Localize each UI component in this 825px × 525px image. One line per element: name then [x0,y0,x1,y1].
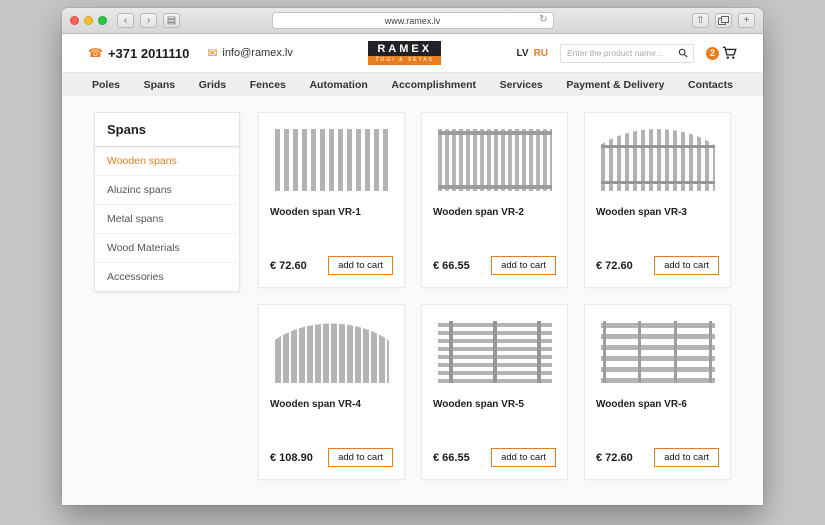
add-to-cart-button[interactable]: add to cart [491,256,556,275]
add-to-cart-button[interactable]: add to cart [654,256,719,275]
email-address: info@ramex.lv [222,47,293,59]
webpage: ☎ +371 2011110 ✉ info@ramex.lv RAMEX ŽOG… [62,34,763,505]
sidebar-title: Spans [95,113,239,147]
chrome-right-buttons: ⇧ + [692,13,755,28]
product-name[interactable]: Wooden span VR-1 [270,207,393,218]
product-card: Wooden span VR-6 € 72.60 add to cart [584,304,731,480]
nav-item-spans[interactable]: Spans [144,79,176,91]
product-image [600,321,715,383]
language-switcher: LV RU [517,48,549,59]
email-icon: ✉ [207,46,218,60]
product-image-link[interactable] [433,317,556,387]
product-price: € 72.60 [596,259,633,272]
product-name[interactable]: Wooden span VR-5 [433,399,556,410]
ramex-logo[interactable]: RAMEX ŽOGI & SĒTAS [368,41,442,65]
nav-item-grids[interactable]: Grids [199,79,226,91]
lang-ru[interactable]: RU [534,48,548,59]
logo-subtitle: ŽOGI & SĒTAS [368,56,442,65]
new-tab-button[interactable]: + [738,13,755,28]
category-sidebar: Spans Wooden spans Aluzinc spans Metal s… [94,112,240,292]
product-image [600,129,715,191]
logo-title: RAMEX [368,41,442,56]
zoom-window-button[interactable] [98,16,107,25]
nav-item-payment-delivery[interactable]: Payment & Delivery [566,79,664,91]
product-image [437,321,552,383]
product-card: Wooden span VR-3 € 72.60 add to cart [584,112,731,288]
product-card: Wooden span VR-5 € 66.55 add to cart [421,304,568,480]
product-image [274,129,389,191]
cart-button[interactable]: 2 [706,46,737,60]
product-price: € 108.90 [270,451,313,464]
add-to-cart-button[interactable]: add to cart [328,448,393,467]
refresh-icon[interactable]: ↻ [539,14,547,25]
product-grid: Wooden span VR-1 € 72.60 add to cart Woo… [258,112,733,480]
product-name[interactable]: Wooden span VR-2 [433,207,556,218]
add-to-cart-button[interactable]: add to cart [654,448,719,467]
product-image [437,129,552,191]
phone-number: +371 2011110 [107,45,190,61]
product-image-link[interactable] [433,125,556,195]
address-bar[interactable]: www.ramex.lv ↻ [271,12,554,29]
browser-chrome: ‹ › ▤ www.ramex.lv ↻ ⇧ + [62,8,763,34]
back-button[interactable]: ‹ [117,13,134,28]
product-price: € 72.60 [270,259,307,272]
forward-button[interactable]: › [140,13,157,28]
sidebar-item-accessories[interactable]: Accessories [95,263,239,291]
url-text: www.ramex.lv [384,15,441,26]
browser-window: ‹ › ▤ www.ramex.lv ↻ ⇧ + ☎ +371 2011110 … [62,8,763,505]
minimize-window-button[interactable] [84,16,93,25]
product-name[interactable]: Wooden span VR-6 [596,399,719,410]
nav-item-poles[interactable]: Poles [92,79,120,91]
nav-item-fences[interactable]: Fences [250,79,286,91]
product-image-link[interactable] [596,317,719,387]
search-icon[interactable] [678,48,688,58]
main-nav: Poles Spans Grids Fences Automation Acco… [62,72,763,96]
sidebar-toggle-icon[interactable]: ▤ [163,13,180,28]
nav-item-accomplishment[interactable]: Accomplishment [391,79,476,91]
nav-item-contacts[interactable]: Contacts [688,79,733,91]
product-card: Wooden span VR-4 € 108.90 add to cart [258,304,405,480]
search-input[interactable] [567,48,679,58]
sidebar-item-wood-materials[interactable]: Wood Materials [95,234,239,263]
product-image-link[interactable] [596,125,719,195]
product-card: Wooden span VR-1 € 72.60 add to cart [258,112,405,288]
phone-contact[interactable]: ☎ +371 2011110 [88,46,189,61]
product-image-link[interactable] [270,317,393,387]
tab-overview-icon[interactable] [715,13,732,28]
share-icon[interactable]: ⇧ [692,13,709,28]
main-content: Spans Wooden spans Aluzinc spans Metal s… [62,96,763,505]
product-image [274,323,389,383]
product-name[interactable]: Wooden span VR-3 [596,207,719,218]
product-search [560,43,695,63]
window-controls [70,16,107,25]
add-to-cart-button[interactable]: add to cart [328,256,393,275]
product-price: € 66.55 [433,451,470,464]
cart-icon [722,46,737,59]
close-window-button[interactable] [70,16,79,25]
nav-item-services[interactable]: Services [500,79,543,91]
phone-icon: ☎ [88,46,103,60]
product-name[interactable]: Wooden span VR-4 [270,399,393,410]
nav-item-automation[interactable]: Automation [309,79,367,91]
email-contact[interactable]: ✉ info@ramex.lv [207,46,293,60]
sidebar-item-wooden-spans[interactable]: Wooden spans [95,147,239,176]
sidebar-item-metal-spans[interactable]: Metal spans [95,205,239,234]
add-to-cart-button[interactable]: add to cart [491,448,556,467]
sidebar-item-aluzinc-spans[interactable]: Aluzinc spans [95,176,239,205]
product-card: Wooden span VR-2 € 66.55 add to cart [421,112,568,288]
cart-count-badge: 2 [706,46,720,60]
tabs-icon [718,16,729,25]
product-price: € 72.60 [596,451,633,464]
product-image-link[interactable] [270,125,393,195]
product-price: € 66.55 [433,259,470,272]
site-header: ☎ +371 2011110 ✉ info@ramex.lv RAMEX ŽOG… [62,34,763,72]
lang-lv[interactable]: LV [517,48,529,59]
